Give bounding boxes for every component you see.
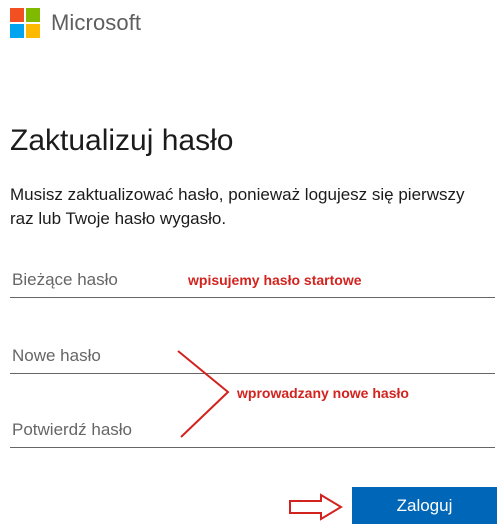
annotation-current-password: wpisujemy hasło startowe [188, 272, 362, 288]
confirm-password-field[interactable] [10, 412, 495, 448]
page-title: Zaktualizuj hasło [10, 124, 234, 157]
brand-name: Microsoft [51, 10, 142, 35]
annotation-new-password: wprowadzany nowe hasło [237, 385, 409, 401]
new-password-field[interactable] [10, 338, 495, 374]
sign-in-button[interactable]: Zaloguj [352, 487, 497, 524]
right-arrow-icon [289, 493, 343, 521]
microsoft-logo: Microsoft [10, 8, 141, 38]
microsoft-logo-icon [10, 8, 40, 38]
page-description: Musisz zaktualizować hasło, ponieważ log… [10, 185, 465, 228]
